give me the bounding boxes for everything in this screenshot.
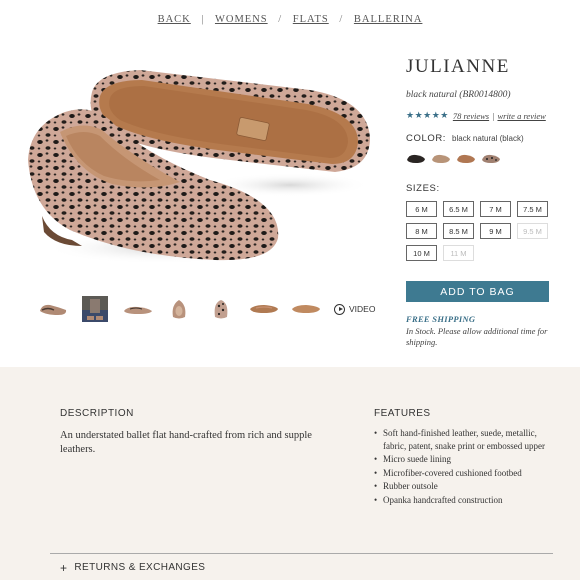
size-option[interactable]: 7.5 M bbox=[517, 201, 548, 217]
add-to-bag-button[interactable]: ADD TO BAG bbox=[406, 281, 549, 302]
size-option[interactable]: 8 M bbox=[406, 223, 437, 239]
thumbnail-2[interactable] bbox=[80, 296, 110, 322]
size-option[interactable]: 6.5 M bbox=[443, 201, 474, 217]
size-option: 9.5 M bbox=[517, 223, 548, 239]
returns-label: RETURNS & EXCHANGES bbox=[74, 562, 206, 573]
color-label: COLOR: bbox=[406, 133, 447, 144]
size-option[interactable]: 9 M bbox=[480, 223, 511, 239]
feature-item: Opanka handcrafted construction bbox=[374, 494, 554, 507]
product-info: JULIANNE black natural (BR0014800) ★★★★★… bbox=[406, 56, 556, 348]
video-button[interactable]: VIDEO bbox=[334, 303, 376, 315]
thumbnail-4[interactable] bbox=[164, 296, 194, 322]
product-photo bbox=[28, 70, 370, 264]
breadcrumb-separator: | bbox=[201, 14, 205, 25]
breadcrumb-ballerina-link[interactable]: BALLERINA bbox=[354, 14, 423, 25]
swatch-tan[interactable] bbox=[431, 151, 451, 165]
breadcrumb-separator: / bbox=[339, 14, 344, 25]
size-option[interactable]: 7 M bbox=[480, 201, 511, 217]
divider bbox=[50, 553, 553, 554]
size-option[interactable]: 6 M bbox=[406, 201, 437, 217]
features-heading: FEATURES bbox=[374, 408, 431, 419]
description-text: An understated ballet flat hand-crafted … bbox=[60, 430, 312, 455]
thumbnail-5[interactable] bbox=[206, 296, 236, 322]
breadcrumb-flats-link[interactable]: FLATS bbox=[293, 14, 329, 25]
color-row: COLOR: black natural (black) bbox=[406, 133, 556, 144]
star-rating-icon: ★★★★★ bbox=[406, 110, 449, 120]
breadcrumb-womens-link[interactable]: WOMENS bbox=[215, 14, 268, 25]
thumbnail-3[interactable] bbox=[122, 296, 152, 322]
sizes-label: SIZES: bbox=[406, 183, 440, 194]
color-value: black natural (black) bbox=[452, 134, 524, 143]
feature-item: Micro suede lining bbox=[374, 453, 554, 466]
size-option[interactable]: 10 M bbox=[406, 245, 437, 261]
thumbnail-7[interactable] bbox=[290, 296, 320, 322]
swatch-cognac[interactable] bbox=[456, 151, 476, 165]
reviews-link[interactable]: 78 reviews bbox=[453, 111, 489, 121]
breadcrumb-separator: / bbox=[278, 14, 283, 25]
swatch-black-natural[interactable] bbox=[481, 151, 501, 165]
feature-item: Rubber outsole bbox=[374, 480, 554, 493]
write-review-link[interactable]: write a review bbox=[497, 111, 545, 121]
rating-separator: | bbox=[492, 110, 495, 121]
details-panel: DESCRIPTION An understated ballet flat h… bbox=[0, 367, 580, 580]
free-shipping-label: FREE SHIPPING bbox=[406, 314, 476, 324]
description-heading: DESCRIPTION bbox=[60, 408, 134, 419]
color-swatches bbox=[406, 151, 556, 165]
plus-icon: + bbox=[60, 560, 68, 575]
size-option[interactable]: 8.5 M bbox=[443, 223, 474, 239]
feature-item: Microfiber-covered cushioned footbed bbox=[374, 467, 554, 480]
features-list: Soft hand-finished leather, suede, metal… bbox=[374, 427, 554, 507]
play-icon bbox=[334, 303, 345, 315]
size-grid: 6 M 6.5 M 7 M 7.5 M 8 M 8.5 M 9 M 9.5 M 10 M 11 M bbox=[406, 201, 556, 261]
product-title: JULIANNE bbox=[406, 56, 510, 77]
thumbnail-6[interactable] bbox=[248, 296, 278, 322]
thumbnail-gallery: VIDEO bbox=[38, 296, 375, 322]
size-option: 11 M bbox=[443, 245, 474, 261]
thumbnail-1[interactable] bbox=[38, 296, 68, 322]
feature-item: Soft hand-finished leather, suede, metal… bbox=[374, 427, 554, 452]
main-product-image[interactable] bbox=[20, 60, 375, 280]
breadcrumb-back-link[interactable]: BACK bbox=[158, 14, 191, 25]
breadcrumb: BACK | WOMENS / FLATS / BALLERINA bbox=[0, 14, 580, 25]
product-sku: black natural (BR0014800) bbox=[406, 90, 511, 100]
returns-exchanges-toggle[interactable]: + RETURNS & EXCHANGES bbox=[60, 560, 206, 575]
video-label: VIDEO bbox=[349, 304, 376, 314]
swatch-black[interactable] bbox=[406, 151, 426, 165]
stock-note: In Stock. Please allow additional time f… bbox=[406, 326, 548, 347]
rating-row: ★★★★★ 78 reviews | write a review bbox=[406, 110, 556, 121]
